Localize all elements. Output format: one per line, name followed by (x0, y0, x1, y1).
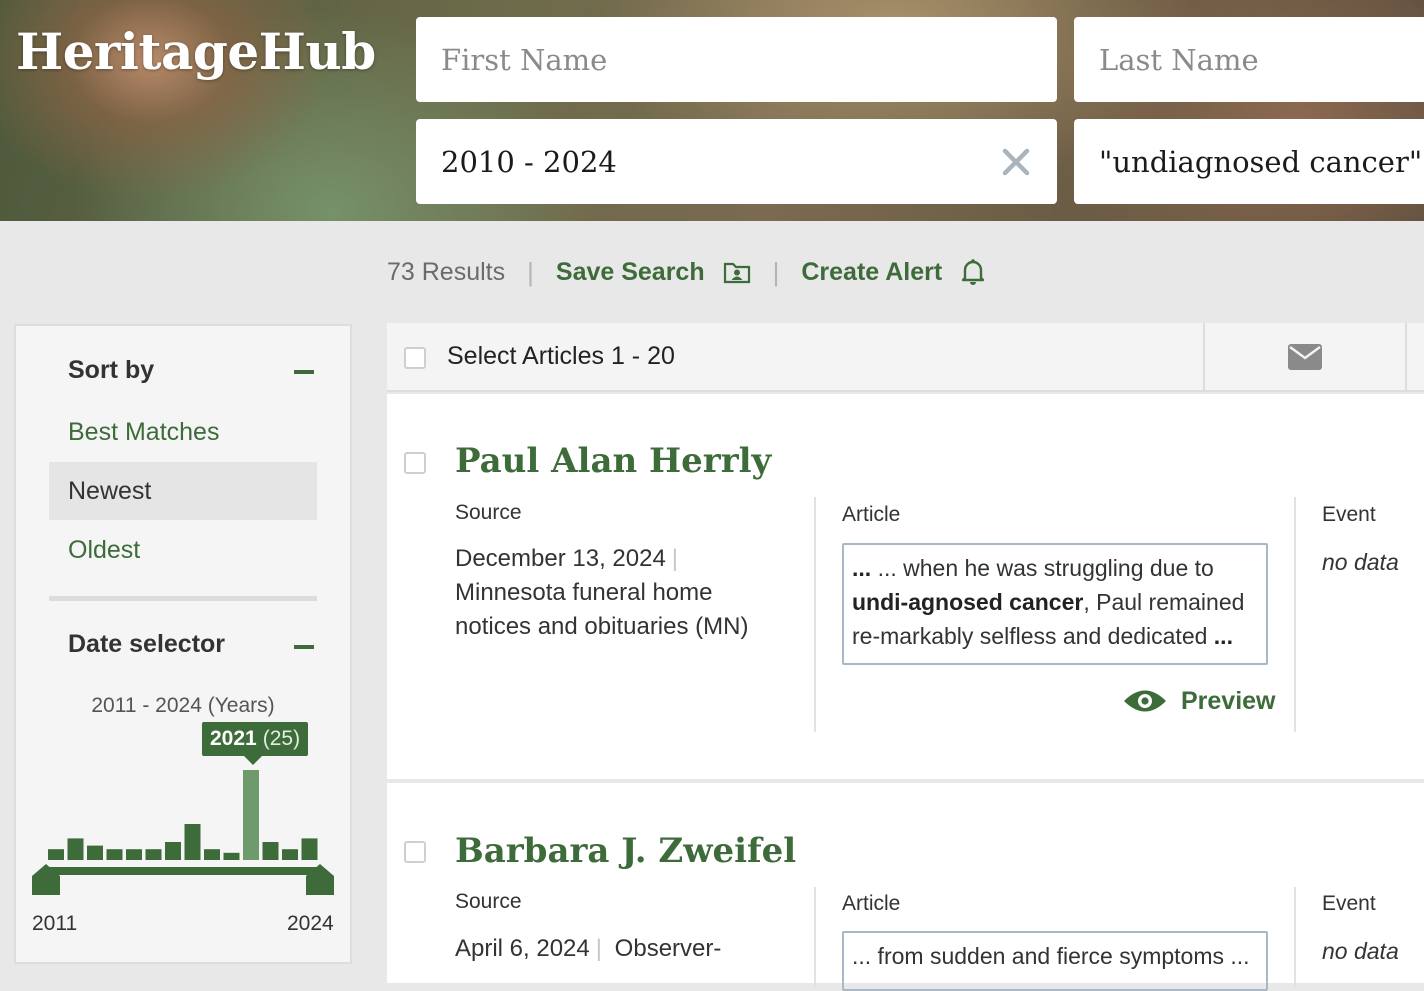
last-name-input[interactable] (1099, 42, 1424, 77)
header-divider (1405, 323, 1407, 392)
source-label: Source (455, 501, 522, 524)
preview-label: Preview (1181, 686, 1276, 715)
results-count: 73 Results (387, 257, 506, 286)
publish-date: December 13, 2024 (455, 545, 666, 572)
histogram-bar-2013[interactable] (87, 845, 103, 860)
date-range-input[interactable] (441, 144, 1057, 179)
article-snippet: ... ... when he was struggling due to un… (842, 543, 1268, 665)
article-card: Barbara J. Zweifel Source April 6, 2024 |… (387, 783, 1424, 991)
column-divider (1294, 887, 1296, 987)
toolbar-separator: | (772, 256, 780, 287)
date-range-field[interactable] (416, 119, 1057, 204)
event-value: no data (1322, 549, 1399, 575)
publish-date: April 6, 2024 (455, 935, 590, 962)
article-title[interactable]: Paul Alan Herrly (455, 441, 771, 481)
eye-icon (1124, 690, 1166, 712)
histogram-bar-2020[interactable] (223, 852, 240, 860)
article-label: Article (842, 503, 901, 526)
sort-newest[interactable]: Newest (49, 462, 317, 520)
event-label: Event (1322, 503, 1376, 526)
histogram-bar-2015[interactable] (126, 849, 142, 860)
save-search-button[interactable]: Save Search (556, 258, 751, 287)
keywords-field[interactable] (1074, 119, 1424, 204)
article-title[interactable]: Barbara J. Zweifel (455, 831, 796, 871)
histogram-bar-2011[interactable] (48, 849, 64, 860)
source-text: December 13, 2024 | Minnesota funeral hom… (455, 542, 755, 644)
histogram-bar-2017[interactable] (165, 842, 181, 860)
first-name-field[interactable] (416, 17, 1057, 102)
histogram-bar-2022[interactable] (262, 842, 279, 860)
column-divider (814, 497, 816, 732)
histogram-bar-2014[interactable] (106, 849, 123, 860)
select-articles-label: Select Articles 1 - 20 (447, 342, 675, 370)
keywords-input[interactable] (1099, 144, 1424, 179)
email-button[interactable] (1205, 323, 1405, 390)
slider-track (46, 867, 320, 875)
collapse-sort-icon[interactable] (294, 370, 314, 374)
histogram-bar-2018[interactable] (184, 824, 201, 860)
list-header: Select Articles 1 - 20 (387, 323, 1424, 392)
collapse-date-icon[interactable] (294, 645, 314, 649)
histogram-bar-2021[interactable] (243, 770, 259, 860)
date-selector-heading: Date selector (68, 630, 226, 658)
slider-max-label: 2024 (287, 912, 334, 935)
create-alert-button[interactable]: Create Alert (801, 258, 986, 287)
results-toolbar: 73 Results | Save Search | Create Alert (387, 254, 986, 290)
clear-date-icon[interactable] (1001, 147, 1031, 177)
source-separator: | (595, 935, 602, 962)
sidebar-divider (49, 596, 317, 601)
folder-person-icon (723, 262, 750, 284)
article-snippet: ... from sudden and fierce symptoms ... (842, 931, 1268, 991)
year-histogram[interactable] (16, 746, 350, 916)
source-text: April 6, 2024 | Observer- (455, 932, 795, 966)
sort-oldest[interactable]: Oldest (49, 521, 317, 579)
article-label: Article (842, 892, 901, 915)
histogram-bar-2019[interactable] (204, 849, 220, 860)
article-checkbox[interactable] (404, 452, 426, 474)
bell-icon (961, 259, 985, 285)
source-name[interactable]: Observer- (615, 935, 722, 962)
histogram-bar-2012[interactable] (67, 838, 84, 860)
select-all-checkbox[interactable] (404, 347, 426, 369)
create-alert-label: Create Alert (801, 257, 943, 286)
filter-sidebar: Sort by Best Matches Newest Oldest Date … (14, 324, 352, 964)
histogram-bar-2016[interactable] (145, 849, 162, 860)
mail-icon (1288, 343, 1322, 370)
article-card: Paul Alan Herrly Source December 13, 202… (387, 394, 1424, 779)
snippet-highlight: undi-agnosed cancer (852, 589, 1084, 615)
snippet-text-start: ... when he was struggling due to (877, 555, 1214, 581)
save-search-label: Save Search (555, 257, 705, 286)
event-value: no data (1322, 938, 1399, 964)
histogram-bar-2024[interactable] (301, 838, 318, 860)
first-name-input[interactable] (441, 42, 1057, 77)
snippet-ellipsis: ... (852, 555, 872, 581)
date-range-label: 2011 - 2024 (Years) (91, 694, 275, 717)
preview-button[interactable]: Preview (1123, 686, 1276, 716)
article-checkbox[interactable] (404, 841, 426, 863)
histogram-bar-2023[interactable] (282, 849, 298, 860)
sort-best-matches[interactable]: Best Matches (49, 403, 317, 461)
event-label: Event (1322, 892, 1376, 915)
column-divider (1294, 497, 1296, 732)
source-separator: | (671, 545, 679, 572)
column-divider (814, 887, 816, 987)
snippet-ellipsis: ... (1213, 623, 1233, 649)
toolbar-separator: | (527, 256, 534, 287)
sort-by-heading: Sort by (68, 356, 155, 384)
source-label: Source (455, 890, 522, 913)
search-header: HeritageHub (0, 0, 1424, 221)
slider-min-label: 2011 (32, 912, 78, 935)
logo[interactable]: HeritageHub (16, 22, 376, 81)
last-name-field[interactable] (1074, 17, 1424, 102)
source-name[interactable]: Minnesota funeral home notices and obitu… (455, 579, 748, 640)
